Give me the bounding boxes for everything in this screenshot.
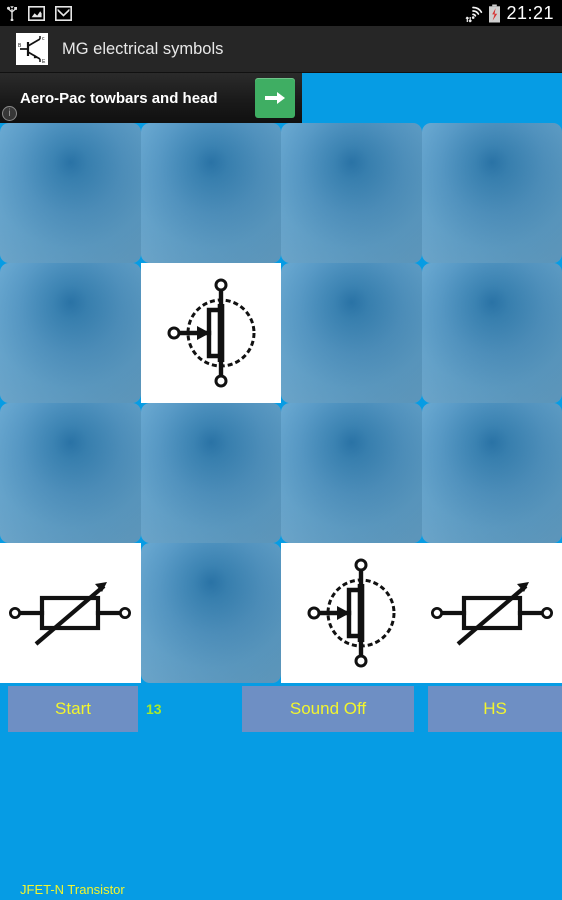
card-faceup[interactable] <box>281 543 422 683</box>
card-faceup[interactable] <box>421 543 562 683</box>
ad-cta-button[interactable] <box>255 78 295 118</box>
status-clock: 21:21 <box>506 2 554 23</box>
card-facedown[interactable] <box>281 123 422 263</box>
ad-banner[interactable]: Aero-Pac towbars and head i <box>0 73 302 123</box>
card-facedown[interactable] <box>140 543 281 683</box>
memory-card-grid <box>0 123 562 683</box>
card-facedown[interactable] <box>281 263 422 403</box>
status-bar: 21:21 <box>0 0 562 26</box>
action-bar: c E B MG electrical symbols <box>0 26 562 73</box>
high-score-button[interactable]: HS <box>428 686 562 732</box>
start-button[interactable]: Start <box>8 686 138 732</box>
gmail-icon <box>55 5 72 21</box>
status-bar-right-icons: 21:21 <box>463 3 554 24</box>
page-title: MG electrical symbols <box>62 39 224 58</box>
jfet-n-icon <box>141 263 282 403</box>
wifi-icon <box>463 3 483 23</box>
screenshot-icon <box>28 5 45 21</box>
arrow-right-icon <box>265 92 285 104</box>
ad-text: Aero-Pac towbars and head <box>20 89 218 107</box>
info-icon[interactable]: i <box>2 106 17 121</box>
score-display: 13 <box>146 701 162 717</box>
card-faceup[interactable] <box>0 543 141 683</box>
battery-icon <box>488 4 501 23</box>
control-button-bar: Start 13 Sound Off HS <box>0 686 562 732</box>
card-facedown[interactable] <box>0 263 141 403</box>
jfet-n-icon <box>281 543 422 683</box>
status-bar-left-icons <box>6 5 72 22</box>
usb-icon <box>6 5 18 22</box>
card-faceup[interactable] <box>140 263 282 403</box>
card-facedown[interactable] <box>421 403 562 543</box>
card-facedown[interactable] <box>421 263 562 403</box>
card-facedown[interactable] <box>0 403 141 543</box>
variable-resistor-icon <box>0 543 141 683</box>
answer-label: JFET-N Transistor <box>20 882 125 897</box>
card-facedown[interactable] <box>140 123 281 263</box>
card-facedown[interactable] <box>140 403 281 543</box>
sound-toggle-button[interactable]: Sound Off <box>242 686 414 732</box>
card-facedown[interactable] <box>281 403 422 543</box>
card-facedown[interactable] <box>421 123 562 263</box>
card-facedown[interactable] <box>0 123 141 263</box>
bjt-transistor-icon: c E B <box>16 33 48 65</box>
variable-resistor-icon <box>422 543 562 683</box>
